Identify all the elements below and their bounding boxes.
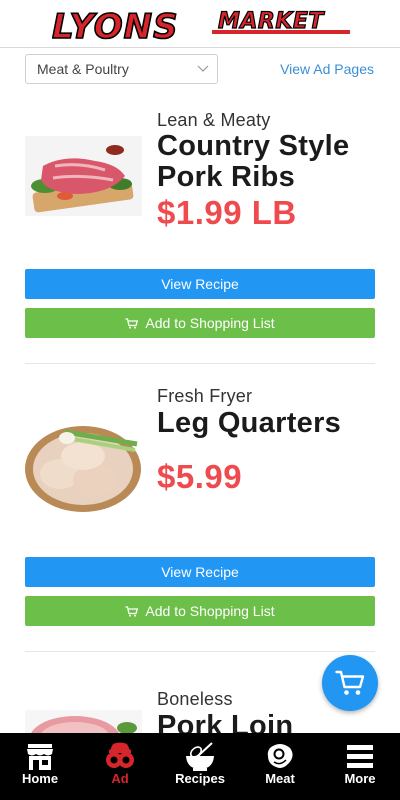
item-title-line1: Pork Loin	[157, 710, 294, 733]
svg-text:LYONS: LYONS	[52, 7, 179, 44]
ad-items-list[interactable]: Lean & Meaty Country Style Pork Ribs $1.…	[0, 92, 400, 733]
pork-loin-image	[25, 710, 142, 733]
cart-icon	[125, 606, 139, 617]
nav-recipes-label: Recipes	[175, 771, 225, 786]
view-recipe-button[interactable]: View Recipe	[25, 269, 375, 299]
item-price: $1.99 LB	[157, 194, 297, 231]
menu-icon	[347, 745, 373, 768]
ad-item: Fresh Fryer Leg Quarters $5.99 View Reci…	[0, 364, 400, 652]
item-subtitle: Boneless	[157, 689, 233, 709]
item-title-line2: Pork Ribs	[157, 161, 296, 193]
category-select[interactable]: Meat & Poultry	[25, 54, 218, 84]
add-to-shopping-list-button[interactable]: Add to Shopping List	[25, 596, 375, 626]
lyons-market-logo[interactable]: LYONS MARKET	[52, 6, 352, 44]
item-title-line1: Country Style	[157, 130, 350, 162]
whisk-bowl-icon	[186, 742, 214, 771]
steak-icon	[267, 744, 293, 768]
item-subtitle: Fresh Fryer	[157, 386, 253, 406]
pork-ribs-image	[25, 136, 142, 216]
ad-icon	[106, 742, 134, 768]
nav-more-label: More	[344, 771, 376, 786]
view-recipe-label: View Recipe	[161, 276, 239, 292]
item-subtitle: Lean & Meaty	[157, 110, 271, 130]
chevron-down-icon	[197, 65, 209, 72]
add-to-shopping-list-button[interactable]: Add to Shopping List	[25, 308, 375, 338]
shopping-cart-fab[interactable]	[322, 655, 378, 711]
bottom-nav: Home Ad Recipes Meat More	[0, 733, 400, 800]
cart-icon	[335, 670, 365, 695]
chicken-legs-image	[25, 426, 141, 512]
add-to-list-label: Add to Shopping List	[145, 603, 275, 619]
item-price: $5.99	[157, 458, 243, 495]
nav-more[interactable]: More	[320, 733, 400, 800]
nav-home[interactable]: Home	[0, 733, 80, 800]
svg-text:MARKET: MARKET	[218, 9, 325, 34]
view-recipe-label: View Recipe	[161, 564, 239, 580]
app-header: LYONS MARKET	[0, 0, 400, 48]
item-title-line1: Leg Quarters	[157, 407, 342, 439]
view-ad-pages-link[interactable]: View Ad Pages	[280, 61, 374, 77]
category-select-value: Meat & Poultry	[37, 61, 129, 77]
cart-icon	[125, 318, 139, 329]
nav-meat-label: Meat	[265, 771, 295, 786]
nav-meat[interactable]: Meat	[240, 733, 320, 800]
store-icon	[27, 744, 53, 770]
add-to-list-label: Add to Shopping List	[145, 315, 275, 331]
nav-recipes[interactable]: Recipes	[160, 733, 240, 800]
filter-row: Meat & Poultry View Ad Pages	[0, 48, 400, 92]
ad-item: Lean & Meaty Country Style Pork Ribs $1.…	[0, 92, 400, 364]
nav-ad-label: Ad	[111, 771, 129, 786]
nav-ad[interactable]: Ad	[80, 733, 160, 800]
view-recipe-button[interactable]: View Recipe	[25, 557, 375, 587]
nav-home-label: Home	[21, 771, 59, 786]
